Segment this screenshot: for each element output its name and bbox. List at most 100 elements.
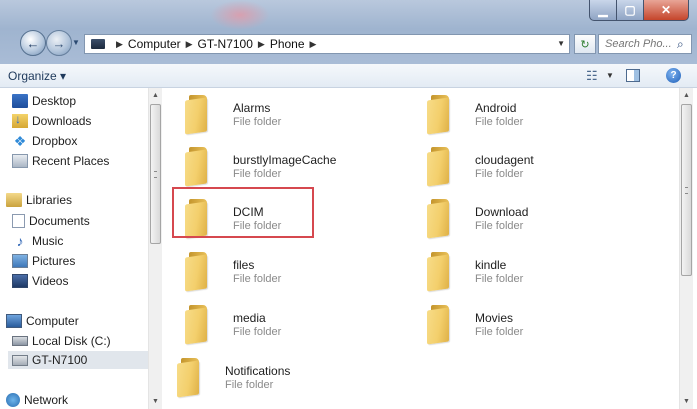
folder-item[interactable]: Alarms File folder [185, 92, 405, 140]
desktop-icon [12, 94, 28, 108]
folder-item[interactable]: Movies File folder [427, 302, 647, 350]
help-icon[interactable]: ? [666, 68, 681, 83]
nav-item-recent-places[interactable]: Recent Places [12, 152, 109, 170]
nav-pane-scroll-thumb[interactable] [150, 104, 161, 244]
folder-item[interactable]: kindle File folder [427, 249, 647, 297]
title-glow [210, 0, 270, 30]
address-history-dropdown-icon[interactable]: ▼ [557, 39, 565, 48]
organize-button[interactable]: Organize ▾ [8, 69, 66, 83]
close-button[interactable]: ✕ [644, 0, 689, 21]
folder-item[interactable]: Download File folder [427, 196, 647, 244]
folder-type: File folder [233, 168, 282, 180]
nav-item-desktop[interactable]: Desktop [12, 92, 76, 110]
nav-pane-scrollbar[interactable]: ▲ ▼ [148, 88, 162, 409]
nav-item-music[interactable]: ♪ Music [12, 232, 64, 250]
nav-item-videos[interactable]: Videos [12, 272, 68, 290]
search-box[interactable]: ⌕ [598, 34, 692, 54]
folder-name: Android [475, 101, 517, 115]
file-list-scrollbar[interactable]: ▲ ▼ [679, 88, 693, 409]
minimize-button[interactable]: ▁ [589, 0, 617, 21]
window-controls: ▁ ▢ ✕ [589, 0, 689, 21]
nav-item-pictures[interactable]: Pictures [12, 252, 75, 270]
breadcrumb-computer[interactable]: Computer [128, 37, 181, 51]
maximize-icon: ▢ [624, 3, 636, 17]
search-input[interactable] [605, 38, 675, 50]
folder-type: File folder [475, 220, 524, 232]
nav-item-local-disk[interactable]: Local Disk (C:) [12, 332, 111, 350]
folder-name: Notifications [225, 364, 291, 378]
address-computer-icon [91, 39, 105, 49]
maximize-button[interactable]: ▢ [617, 0, 644, 21]
music-icon: ♪ [16, 233, 24, 249]
nav-item-computer[interactable]: Computer [6, 312, 79, 330]
file-list: Alarms File folder Android File folder b… [165, 88, 679, 409]
folder-icon [185, 95, 215, 135]
folder-type: File folder [475, 168, 524, 180]
chevron-right-icon[interactable]: ▶ [116, 39, 123, 50]
folder-icon [427, 252, 457, 292]
downloads-icon [12, 112, 28, 128]
folder-item[interactable]: files File folder [185, 249, 405, 297]
scroll-down-arrow-icon[interactable]: ▼ [149, 398, 162, 405]
nav-item-label: Downloads [32, 114, 92, 128]
command-bar: Organize ▾ ☷ ▼ ? [0, 64, 697, 88]
search-icon[interactable]: ⌕ [677, 37, 684, 52]
folder-name: Download [475, 205, 529, 219]
recent-pages-dropdown-icon[interactable]: ▼ [72, 38, 80, 47]
breadcrumb-phone[interactable]: Phone [270, 37, 305, 51]
nav-item-label: Recent Places [32, 154, 110, 168]
folder-icon [427, 305, 457, 345]
folder-icon [427, 199, 457, 239]
scroll-up-arrow-icon[interactable]: ▲ [149, 92, 162, 99]
file-list-scroll-thumb[interactable] [681, 104, 692, 276]
chevron-right-icon[interactable]: ▶ [186, 39, 193, 50]
refresh-button[interactable]: ↻ [574, 34, 596, 54]
folder-item[interactable]: burstlyImageCache File folder [185, 144, 405, 192]
network-icon [6, 393, 20, 407]
folder-item[interactable]: Android File folder [427, 92, 647, 140]
recent-places-icon [12, 154, 28, 168]
folder-item[interactable]: Notifications File folder [177, 355, 397, 403]
folder-icon [177, 358, 207, 398]
preview-pane-icon[interactable] [626, 69, 640, 82]
dropbox-icon: ❖ [13, 133, 27, 149]
folder-name: burstlyImageCache [233, 153, 337, 167]
nav-item-label: GT-N7100 [32, 353, 88, 367]
folder-icon [427, 147, 457, 187]
change-view-icon[interactable]: ☷ [586, 68, 598, 84]
folder-name: files [233, 258, 255, 272]
folder-type: File folder [475, 116, 524, 128]
close-icon: ✕ [660, 3, 672, 17]
folder-icon [427, 95, 457, 135]
nav-item-gt-n7100[interactable]: GT-N7100 [8, 351, 148, 369]
folder-type: File folder [233, 326, 282, 338]
folder-type: File folder [225, 379, 274, 391]
chevron-right-icon[interactable]: ▶ [310, 39, 317, 50]
scroll-up-arrow-icon[interactable]: ▲ [680, 92, 693, 99]
scroll-grip-icon [685, 187, 688, 194]
view-dropdown-icon[interactable]: ▼ [606, 71, 614, 80]
back-button[interactable]: ← [20, 30, 46, 56]
folder-item[interactable]: cloudagent File folder [427, 144, 647, 192]
address-bar[interactable]: ▶ Computer ▶ GT-N7100 ▶ Phone ▶ ▼ [84, 34, 570, 54]
nav-item-documents[interactable]: Documents [12, 212, 90, 230]
breadcrumb-gt-n7100[interactable]: GT-N7100 [198, 37, 253, 51]
window-title-bar: ▁ ▢ ✕ ← → ▼ ▶ Computer ▶ GT-N7100 ▶ Phon… [0, 0, 697, 64]
nav-item-network[interactable]: Network [6, 391, 68, 409]
computer-icon [6, 314, 22, 328]
chevron-right-icon[interactable]: ▶ [258, 39, 265, 50]
nav-item-downloads[interactable]: Downloads [12, 112, 91, 130]
forward-button[interactable]: → [46, 30, 72, 56]
forward-arrow-icon: → [52, 35, 66, 51]
folder-item[interactable]: media File folder [185, 302, 405, 350]
scroll-down-arrow-icon[interactable]: ▼ [680, 398, 693, 405]
dcim-highlight-box [172, 187, 314, 238]
nav-item-dropbox[interactable]: ❖ Dropbox [12, 132, 78, 150]
nav-item-label: Local Disk (C:) [32, 334, 111, 348]
nav-item-label: Desktop [32, 94, 77, 108]
folder-name: cloudagent [475, 153, 534, 167]
folder-type: File folder [475, 273, 524, 285]
folder-icon [185, 305, 215, 345]
nav-item-label: Libraries [26, 193, 73, 207]
nav-item-libraries[interactable]: Libraries [6, 191, 72, 209]
